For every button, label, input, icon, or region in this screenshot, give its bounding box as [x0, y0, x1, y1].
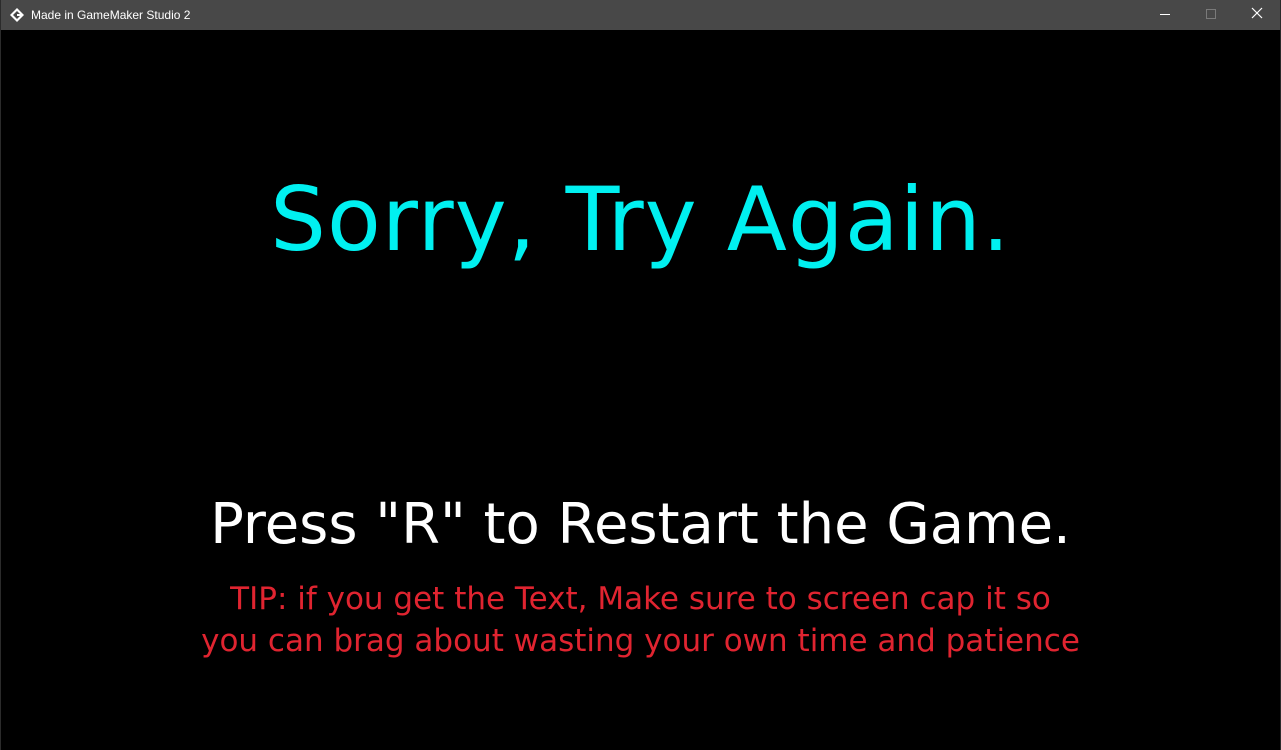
tip-line: you can brag about wasting your own time… [201, 623, 1080, 659]
restart-prompt: Press "R" to Restart the Game. [210, 492, 1071, 557]
game-window: Made in GameMaker Studio 2 Sorry, Try Ag… [0, 0, 1281, 750]
maximize-button[interactable] [1188, 0, 1234, 30]
minimize-button[interactable] [1142, 0, 1188, 30]
gamemaker-icon [9, 7, 25, 23]
title-bar[interactable]: Made in GameMaker Studio 2 [1, 0, 1280, 30]
window-controls [1142, 0, 1280, 30]
close-button[interactable] [1234, 0, 1280, 30]
tip-line: TIP: if you get the Text, Make sure to s… [230, 581, 1051, 617]
window-title: Made in GameMaker Studio 2 [31, 8, 191, 22]
minimize-icon [1160, 6, 1170, 24]
tip-text: TIP: if you get the Text, Make sure to s… [1, 578, 1280, 662]
close-icon [1251, 6, 1263, 24]
game-over-headline: Sorry, Try Again. [270, 168, 1011, 271]
maximize-icon [1206, 6, 1216, 24]
game-canvas[interactable]: Sorry, Try Again. Press "R" to Restart t… [1, 30, 1280, 750]
